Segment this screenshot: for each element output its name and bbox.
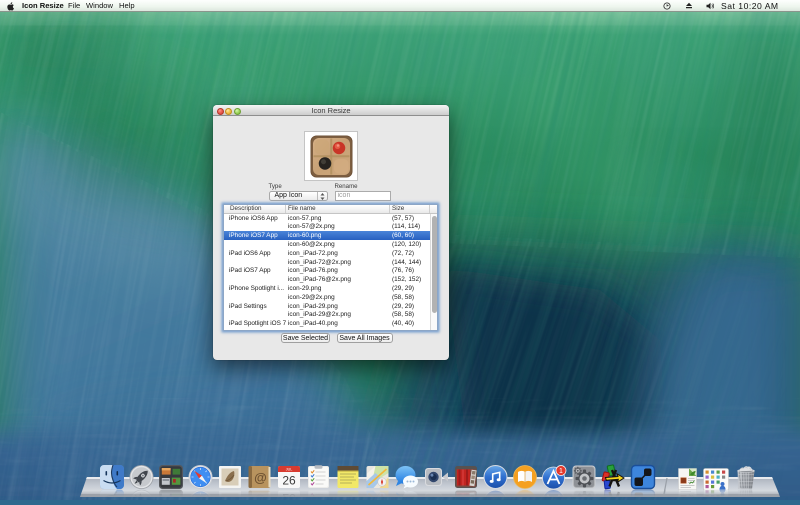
svg-text:@: @ bbox=[254, 470, 267, 485]
svg-text:1: 1 bbox=[559, 468, 563, 475]
svg-text:JUL: JUL bbox=[286, 468, 292, 472]
svg-text:26: 26 bbox=[282, 474, 296, 488]
